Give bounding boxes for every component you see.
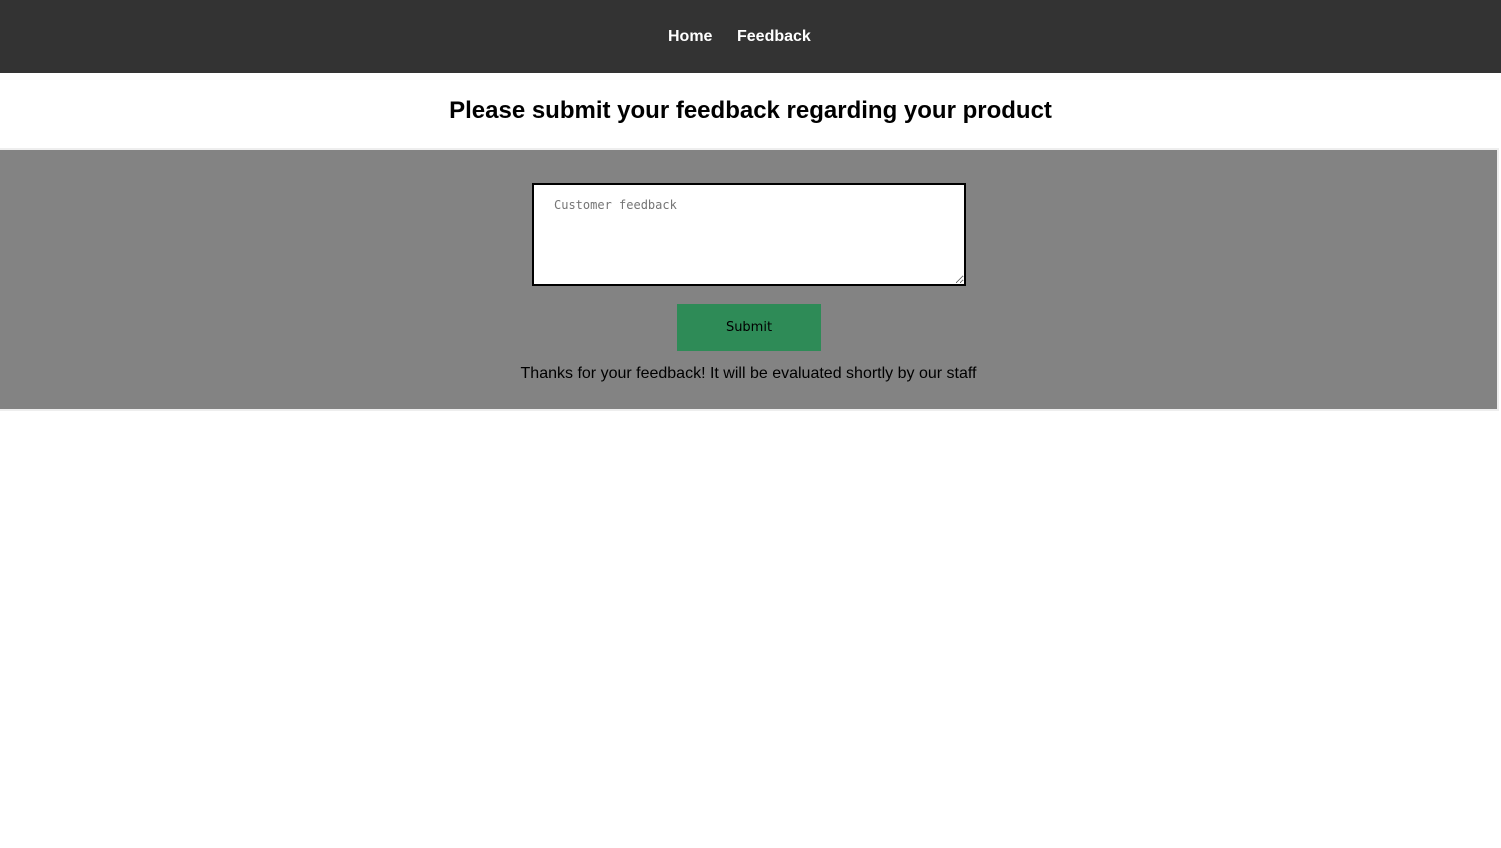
top-navigation-bar: Home Feedback	[0, 0, 1501, 73]
nav-link-feedback[interactable]: Feedback	[737, 27, 811, 46]
nav-link-home[interactable]: Home	[668, 27, 712, 46]
submit-button[interactable]: Submit	[677, 304, 821, 351]
thanks-message: Thanks for your feedback! It will be eva…	[520, 365, 977, 382]
customer-feedback-textarea[interactable]	[532, 183, 966, 286]
page-title: Please submit your feedback regarding yo…	[449, 97, 1052, 124]
